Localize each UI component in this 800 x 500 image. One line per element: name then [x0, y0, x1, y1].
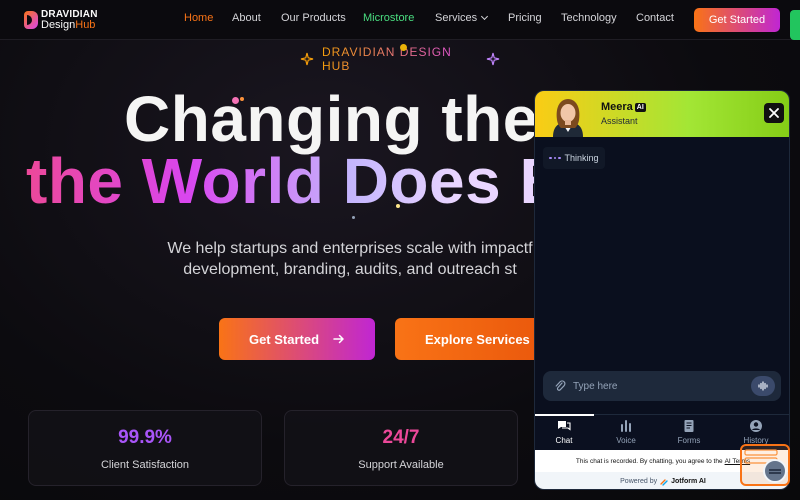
subtitle-line-1: We help startups and enterprises scale w…: [167, 240, 533, 257]
thinking-indicator: Thinking: [543, 147, 605, 169]
nav-link-contact[interactable]: Contact: [636, 12, 674, 24]
logo-design-word: Design: [41, 19, 76, 31]
user-circle-icon: [749, 419, 763, 433]
chevron-down-icon: [481, 12, 489, 21]
side-tab-button[interactable]: [790, 10, 800, 40]
close-chat-button[interactable]: [764, 103, 784, 123]
tab-voice-label: Voice: [616, 436, 636, 445]
tab-forms-label: Forms: [677, 436, 701, 445]
stat-value: 24/7: [382, 427, 420, 448]
chat-launcher-icon: [744, 449, 787, 483]
explore-services-label: Explore Services: [425, 331, 530, 347]
logo-mark-icon: [24, 11, 38, 29]
sparkle-icon: [300, 52, 314, 66]
sparkle-icon: [486, 52, 500, 66]
stat-card-support: 24/7 Support Available: [284, 410, 518, 486]
powered-prefix: Powered by: [620, 478, 658, 485]
nav-link-pricing[interactable]: Pricing: [508, 12, 542, 24]
stat-label: Support Available: [358, 459, 444, 471]
document-icon: [682, 419, 696, 433]
hero-subtitle: We help startups and enterprises scale w…: [140, 238, 560, 280]
logo-hub-word: Hub: [75, 19, 96, 31]
agent-role: Assistant: [601, 116, 638, 126]
nav-link-home[interactable]: Home: [184, 12, 213, 24]
ai-badge: AI: [634, 103, 646, 112]
subtitle-line-2: development, branding, audits, and outre…: [183, 261, 517, 278]
powered-brand[interactable]: Jotform AI: [671, 478, 706, 485]
tab-voice[interactable]: Voice: [601, 419, 651, 445]
stat-card-satisfaction: 99.9% Client Satisfaction: [28, 410, 262, 486]
arrow-right-icon: [333, 333, 345, 345]
stat-value: 99.9%: [118, 427, 172, 448]
nav-dropdown-services[interactable]: Services: [435, 12, 489, 24]
chat-launcher-button[interactable]: [740, 444, 790, 486]
get-started-button[interactable]: Get Started: [219, 318, 375, 360]
get-started-label: Get Started: [248, 331, 320, 347]
tab-history[interactable]: History: [731, 419, 781, 445]
chat-message-input[interactable]: [573, 377, 743, 395]
logo-line-2: DesignHub: [41, 19, 98, 31]
nav-link-our-products[interactable]: Our Products: [281, 12, 346, 24]
nav-services-label: Services: [435, 12, 478, 24]
chat-widget: MeeraAI Assistant Thinking Chat Voice: [534, 90, 790, 490]
agent-avatar: [545, 96, 591, 137]
header-get-started-button[interactable]: Get Started: [694, 8, 780, 32]
chat-input-bar: [543, 371, 781, 401]
tab-forms[interactable]: Forms: [664, 419, 714, 445]
logo[interactable]: DRAVIDIAN DesignHub: [24, 8, 104, 32]
notice-text: This chat is recorded. By chatting, you …: [575, 457, 723, 465]
hero-title-line-2: the World Does B: [26, 145, 567, 217]
tab-chat-label: Chat: [555, 436, 573, 445]
nav-link-microstore[interactable]: Microstore: [363, 12, 414, 24]
logo-text: DRAVIDIAN DesignHub: [41, 10, 98, 31]
voice-bars-icon: [619, 419, 633, 433]
thinking-text: Thinking: [564, 153, 599, 163]
decorative-dot: [400, 44, 407, 51]
chat-header: Meera AI Assistant: [535, 91, 789, 137]
nav-link-about[interactable]: About: [232, 12, 261, 24]
voice-input-button[interactable]: [751, 376, 775, 396]
close-icon: [769, 108, 779, 118]
audio-wave-icon: [758, 381, 768, 391]
explore-services-button[interactable]: Explore Services: [395, 318, 545, 360]
tab-chat[interactable]: Chat: [535, 414, 594, 445]
typing-dots-icon: [549, 156, 561, 160]
hero-tagline: DRAVIDIAN DESIGN HUB: [300, 45, 500, 73]
agent-name-text: Meera: [601, 101, 633, 113]
jotform-logo-icon: [660, 478, 668, 486]
top-navigation-bar: DRAVIDIAN DesignHub Home About Our Produ…: [0, 0, 800, 40]
paperclip-icon[interactable]: [553, 379, 567, 393]
nav-link-technology[interactable]: Technology: [561, 12, 617, 24]
agent-name: Meera AI: [601, 101, 646, 113]
chat-bubble-icon: [557, 419, 571, 433]
stat-label: Client Satisfaction: [100, 459, 190, 471]
